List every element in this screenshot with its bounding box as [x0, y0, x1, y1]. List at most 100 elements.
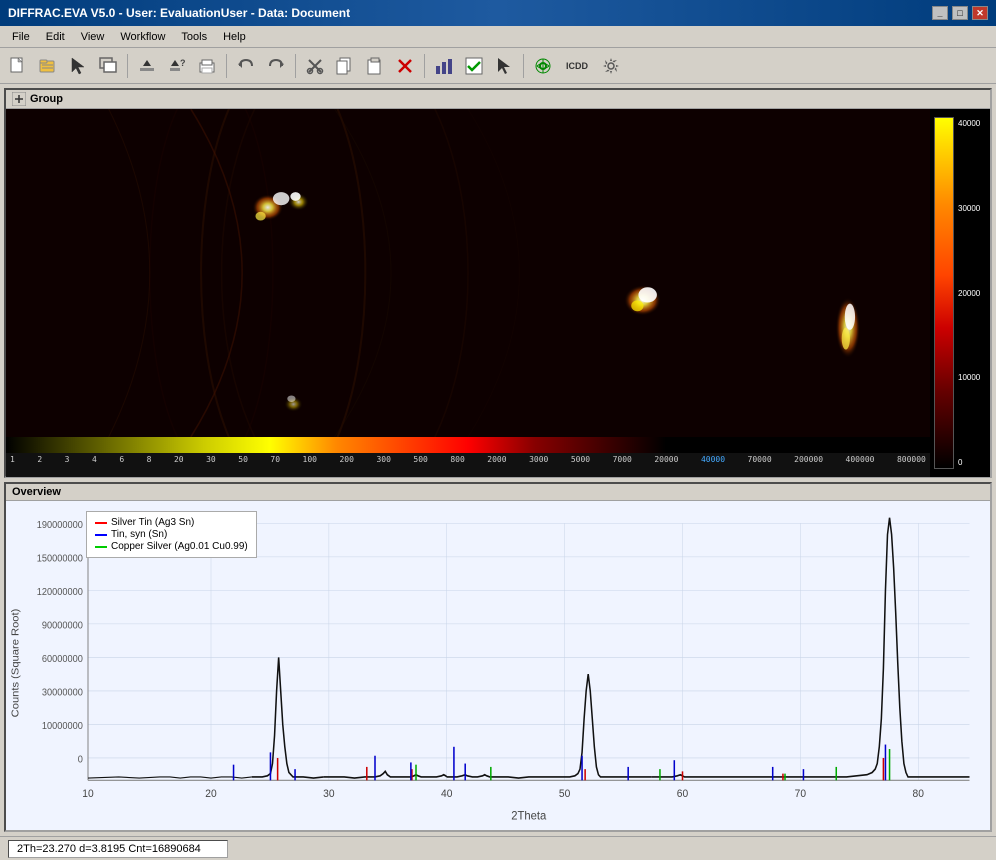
svg-text:190000000: 190000000 [37, 519, 83, 530]
legend-label-tin: Tin, syn (Sn) [111, 529, 167, 540]
window-button[interactable] [94, 52, 122, 80]
ruler-label: 3000 [529, 455, 548, 464]
ruler-label: 6 [119, 455, 124, 464]
ruler-label: 800 [450, 455, 464, 464]
ruler-label: 5000 [571, 455, 590, 464]
overview-panel: Overview Silver Tin (Ag3 Sn) Tin, syn (S… [4, 482, 992, 832]
ruler-bar: 1 2 3 4 6 8 20 30 50 70 100 200 300 500 [6, 437, 930, 477]
group-panel: Group [4, 88, 992, 478]
ruler-label: 400000 [846, 455, 875, 464]
ruler-label: 1 [10, 455, 15, 464]
colorbar-label: 0 [958, 458, 980, 467]
ruler-label: 20000 [654, 455, 678, 464]
svg-text:60: 60 [677, 788, 688, 801]
import-button[interactable] [133, 52, 161, 80]
overview-chart-area[interactable]: Silver Tin (Ag3 Sn) Tin, syn (Sn) Copper… [6, 501, 990, 825]
menu-file[interactable]: File [4, 29, 38, 45]
select-button[interactable] [64, 52, 92, 80]
ruler-label: 800000 [897, 455, 926, 464]
toolbar: ? ICDD [0, 48, 996, 84]
svg-text:80: 80 [913, 788, 924, 801]
svg-text:70: 70 [795, 788, 806, 801]
diffraction-canvas [6, 109, 930, 437]
menu-tools[interactable]: Tools [173, 29, 215, 45]
print-button[interactable] [193, 52, 221, 80]
svg-text:30: 30 [323, 788, 334, 801]
overview-header: Overview [6, 484, 990, 501]
paste-button[interactable] [361, 52, 389, 80]
legend-color-silver-tin [95, 522, 107, 524]
separator-2 [226, 54, 227, 78]
separator-4 [424, 54, 425, 78]
svg-text:?: ? [180, 58, 186, 68]
cut-button[interactable] [301, 52, 329, 80]
svg-text:10000000: 10000000 [42, 721, 83, 732]
colorbar-label: 40000 [958, 119, 980, 128]
cursor-mode-button[interactable] [490, 52, 518, 80]
ruler-label: 200 [339, 455, 353, 464]
copy-button[interactable] [331, 52, 359, 80]
redo-button[interactable] [262, 52, 290, 80]
menubar: File Edit View Workflow Tools Help [0, 26, 996, 48]
icdd-button[interactable]: ICDD [559, 52, 595, 80]
colorbar-label: 20000 [958, 289, 980, 298]
ruler-label: 300 [376, 455, 390, 464]
titlebar: DIFFRAC.EVA V5.0 - User: EvaluationUser … [0, 0, 996, 26]
ruler-label: 7000 [613, 455, 632, 464]
import-help-button[interactable]: ? [163, 52, 191, 80]
maximize-button[interactable]: □ [952, 6, 968, 20]
group-inner: 1 2 3 4 6 8 20 30 50 70 100 200 300 500 [6, 109, 990, 477]
svg-text:20: 20 [205, 788, 216, 801]
chart-button[interactable] [430, 52, 458, 80]
ruler-label: 500 [413, 455, 427, 464]
new-button[interactable] [4, 52, 32, 80]
title-text: DIFFRAC.EVA V5.0 - User: EvaluationUser … [8, 6, 350, 20]
legend-label-silver-tin: Silver Tin (Ag3 Sn) [111, 517, 194, 528]
legend-color-tin [95, 534, 107, 536]
link-button[interactable] [529, 52, 557, 80]
main-content: Group [0, 84, 996, 836]
legend-color-copper-silver [95, 546, 107, 548]
separator-1 [127, 54, 128, 78]
menu-view[interactable]: View [73, 29, 113, 45]
ruler-label: 70 [270, 455, 280, 464]
separator-3 [295, 54, 296, 78]
statusbar-text: 2Th=23.270 d=3.8195 Cnt=16890684 [17, 843, 201, 855]
undo-button[interactable] [232, 52, 260, 80]
menu-help[interactable]: Help [215, 29, 254, 45]
group-header: Group [6, 90, 990, 109]
titlebar-controls: _ □ ✕ [932, 6, 988, 20]
minimize-button[interactable]: _ [932, 6, 948, 20]
ruler-label: 100 [303, 455, 317, 464]
ruler-label: 70000 [748, 455, 772, 464]
ruler-label: 50 [238, 455, 248, 464]
legend-item-tin: Tin, syn (Sn) [95, 529, 248, 540]
colorbar: 40000 30000 20000 10000 0 [930, 109, 990, 477]
statusbar-field: 2Th=23.270 d=3.8195 Cnt=16890684 [8, 840, 228, 858]
svg-text:150000000: 150000000 [37, 553, 83, 564]
svg-text:120000000: 120000000 [37, 587, 83, 598]
svg-text:10: 10 [82, 788, 93, 801]
svg-text:90000000: 90000000 [42, 620, 83, 631]
svg-text:0: 0 [78, 754, 83, 765]
gear-button[interactable] [597, 52, 625, 80]
ruler-label: 4 [92, 455, 97, 464]
menu-workflow[interactable]: Workflow [112, 29, 173, 45]
open-button[interactable] [34, 52, 62, 80]
close-button[interactable]: ✕ [972, 6, 988, 20]
svg-text:2Theta: 2Theta [511, 809, 546, 823]
svg-text:50: 50 [559, 788, 570, 801]
chart-legend: Silver Tin (Ag3 Sn) Tin, syn (Sn) Copper… [86, 511, 257, 558]
legend-label-copper-silver: Copper Silver (Ag0.01 Cu0.99) [111, 541, 248, 552]
ruler-label: 8 [147, 455, 152, 464]
check-button[interactable] [460, 52, 488, 80]
ruler-label: 2 [37, 455, 42, 464]
ruler-label: 30 [206, 455, 216, 464]
menu-edit[interactable]: Edit [38, 29, 73, 45]
colorbar-ticks: 40000 30000 20000 10000 0 [958, 109, 980, 477]
ruler-label: 3 [65, 455, 70, 464]
diffraction-image[interactable]: 1 2 3 4 6 8 20 30 50 70 100 200 300 500 [6, 109, 930, 477]
delete-button[interactable] [391, 52, 419, 80]
legend-item-copper-silver: Copper Silver (Ag0.01 Cu0.99) [95, 541, 248, 552]
group-title: Group [30, 93, 63, 105]
